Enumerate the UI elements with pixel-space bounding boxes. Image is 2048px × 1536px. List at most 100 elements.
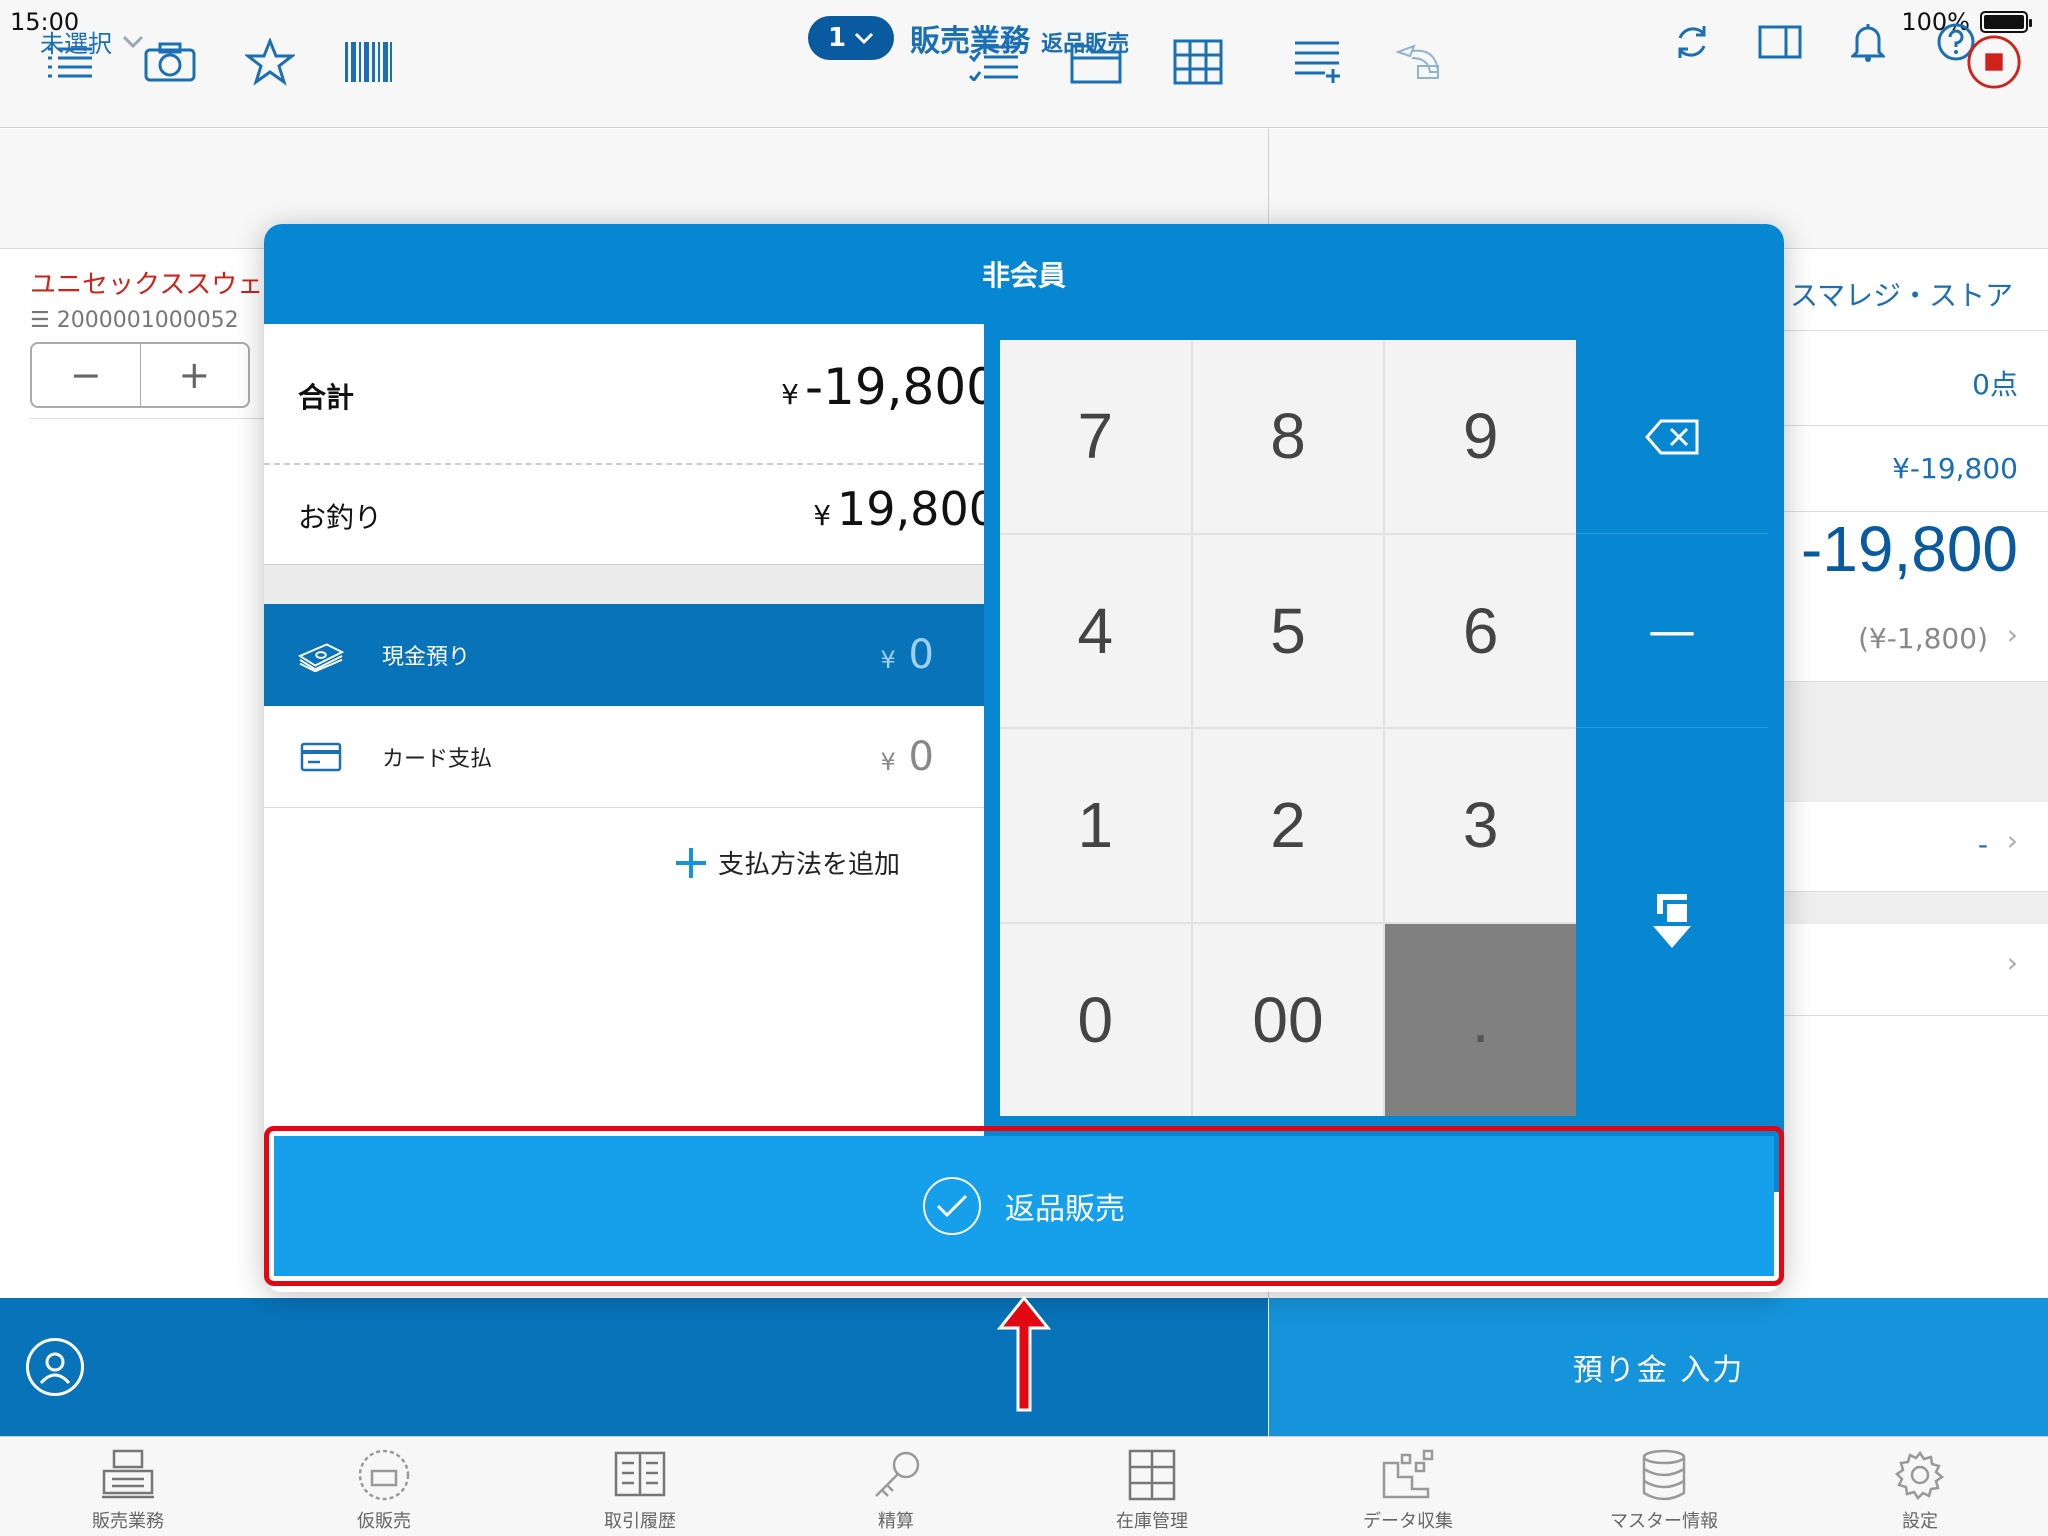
tab-label: 仮販売 bbox=[357, 1511, 411, 1532]
enter-icon bbox=[1653, 894, 1691, 948]
tax-row[interactable]: (¥-1,800) › bbox=[1780, 598, 2048, 682]
register-select[interactable]: 1 bbox=[808, 16, 894, 60]
tab-data-collection[interactable]: データ収集 bbox=[1280, 1437, 1536, 1536]
camera-icon[interactable] bbox=[142, 34, 198, 90]
add-payment-button[interactable]: 支払方法を追加 bbox=[674, 844, 900, 881]
tax-value: (¥-1,800) bbox=[1858, 622, 1988, 655]
tab-history[interactable]: 取引履歴 bbox=[512, 1437, 768, 1536]
add-list-icon[interactable] bbox=[1290, 34, 1346, 90]
customer-row[interactable]: - › bbox=[1780, 802, 2048, 892]
key-1[interactable]: 1 bbox=[1000, 729, 1191, 922]
yen-symbol: ¥ bbox=[880, 646, 896, 674]
grid-icon[interactable] bbox=[1170, 34, 1226, 90]
stop-record-icon[interactable] bbox=[1966, 34, 2022, 90]
add-payment-label: 支払方法を追加 bbox=[718, 850, 901, 880]
item-code-value: 2000001000052 bbox=[56, 308, 239, 333]
minus-key[interactable]: — bbox=[1576, 534, 1768, 728]
payment-cash[interactable]: 現金預り ¥ 0 bbox=[264, 604, 984, 706]
key-9[interactable]: 9 bbox=[1385, 340, 1576, 533]
key-00[interactable]: 00 bbox=[1192, 923, 1384, 1116]
extra-row[interactable]: › bbox=[1780, 924, 2048, 1016]
customer-value: - bbox=[1977, 828, 1988, 861]
keypad: 7 8 9 4 5 6 1 2 3 0 00 . bbox=[1000, 340, 1576, 1116]
total-row: -19,800 bbox=[1780, 512, 2048, 598]
key-4[interactable]: 4 bbox=[1000, 534, 1191, 727]
backspace-icon bbox=[1645, 419, 1699, 454]
key-8[interactable]: 8 bbox=[1192, 340, 1384, 533]
dashed-divider bbox=[264, 463, 984, 465]
plus-icon bbox=[676, 847, 706, 878]
tab-settings[interactable]: 設定 bbox=[1792, 1437, 2048, 1536]
cabinet-icon bbox=[1128, 1449, 1176, 1501]
keypad-function-keys: — bbox=[1576, 340, 1768, 1116]
bell-icon[interactable] bbox=[1844, 18, 1892, 66]
key-6[interactable]: 6 bbox=[1385, 534, 1576, 727]
key-7[interactable]: 7 bbox=[1000, 340, 1191, 533]
section-gap bbox=[1780, 892, 2048, 924]
tab-label: 設定 bbox=[1902, 1511, 1938, 1532]
customer-avatar-icon[interactable] bbox=[26, 1338, 84, 1396]
tab-settlement[interactable]: 精算 bbox=[768, 1437, 1024, 1536]
barcode-icon[interactable] bbox=[340, 34, 396, 90]
change-label: お釣り bbox=[298, 501, 383, 534]
stepper-minus-button[interactable]: − bbox=[32, 344, 141, 406]
payment-amount-value: 0 bbox=[908, 632, 934, 678]
key-0[interactable]: 0 bbox=[1000, 923, 1191, 1116]
battery-icon bbox=[1980, 11, 2032, 33]
chevron-right-icon: › bbox=[2006, 946, 2018, 979]
tab-inventory[interactable]: 在庫管理 bbox=[1024, 1437, 1280, 1536]
data-icon bbox=[1382, 1449, 1434, 1499]
total-amount-value: -19,800 bbox=[805, 358, 998, 416]
payment-card[interactable]: カード支払 ¥ 0 bbox=[264, 706, 984, 808]
change-amount: ¥19,800 bbox=[813, 482, 998, 536]
chevron-right-icon: › bbox=[2006, 824, 2018, 857]
change-amount-value: 19,800 bbox=[837, 482, 998, 536]
cash-icon bbox=[298, 638, 344, 672]
split-view-icon[interactable] bbox=[1756, 18, 1804, 66]
section-gap bbox=[264, 564, 984, 604]
folder-icon[interactable] bbox=[1068, 34, 1124, 90]
key-icon bbox=[875, 1451, 920, 1497]
yen-symbol: ¥ bbox=[781, 378, 799, 411]
stepper-plus-button[interactable]: + bbox=[141, 344, 249, 406]
backspace-key[interactable] bbox=[1576, 340, 1768, 534]
subtotal-row: ¥-19,800 bbox=[1780, 426, 2048, 512]
chevron-down-icon bbox=[854, 32, 874, 44]
key-5[interactable]: 5 bbox=[1192, 534, 1384, 727]
modal-header: 非会員 bbox=[264, 224, 1784, 324]
payment-label: 現金預り bbox=[382, 645, 471, 670]
quantity-stepper[interactable]: − + bbox=[30, 342, 250, 408]
tab-sales[interactable]: 販売業務 bbox=[0, 1437, 256, 1536]
tab-master[interactable]: マスター情報 bbox=[1536, 1437, 1792, 1536]
key-2[interactable]: 2 bbox=[1192, 729, 1384, 922]
enter-key[interactable] bbox=[1576, 728, 1768, 1116]
sync-icon[interactable] bbox=[1668, 18, 1716, 66]
total-label: 合計 bbox=[298, 381, 355, 414]
checklist-icon[interactable] bbox=[966, 34, 1022, 90]
barcode-small-icon: ☰ bbox=[30, 308, 57, 333]
gear-icon bbox=[1895, 1450, 1945, 1500]
list-icon[interactable] bbox=[42, 34, 98, 90]
chevron-down-icon bbox=[122, 35, 144, 48]
item-name[interactable]: ユニセックススウェ bbox=[30, 264, 263, 301]
payment-amount: ¥ 0 bbox=[881, 734, 934, 780]
section-gap bbox=[1780, 682, 2048, 802]
deposit-input-button[interactable]: 預り金 入力 bbox=[1269, 1298, 2048, 1436]
store-name: スマレジ・ストア bbox=[1790, 279, 2014, 312]
subtotal-value: ¥-19,800 bbox=[1892, 452, 2018, 485]
star-icon[interactable] bbox=[242, 34, 298, 90]
item-count: 0点 bbox=[1972, 368, 2018, 401]
chevron-right-icon: › bbox=[2006, 618, 2018, 651]
up-arrow-annotation-icon bbox=[996, 1295, 1052, 1412]
payment-label: カード支払 bbox=[382, 746, 493, 772]
tab-label: マスター情報 bbox=[1610, 1511, 1718, 1532]
key-3[interactable]: 3 bbox=[1385, 729, 1576, 922]
total-value: -19,800 bbox=[1800, 513, 2018, 585]
tab-temp-sales[interactable]: 仮販売 bbox=[256, 1437, 512, 1536]
yen-symbol: ¥ bbox=[880, 747, 896, 776]
highlight-box bbox=[264, 1126, 1784, 1286]
tab-label: 取引履歴 bbox=[604, 1511, 676, 1532]
card-icon bbox=[298, 740, 344, 774]
count-row: 0点 bbox=[1780, 330, 2048, 426]
register-number: 1 bbox=[827, 23, 847, 53]
